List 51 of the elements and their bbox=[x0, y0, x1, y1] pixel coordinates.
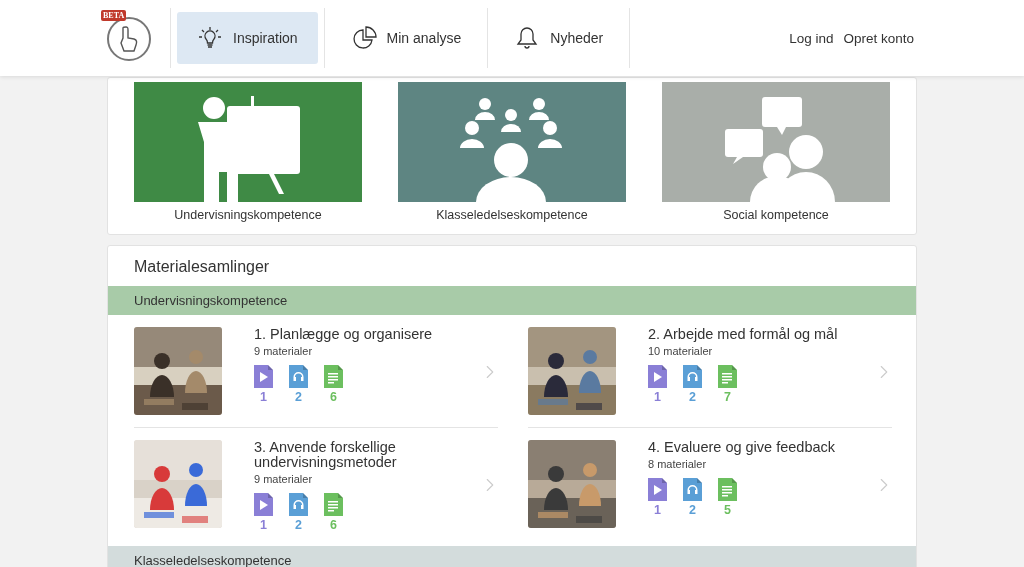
document-file-icon bbox=[718, 365, 737, 388]
material-count: 9 materialer bbox=[254, 345, 314, 357]
tile-label[interactable]: Social kompetence bbox=[723, 208, 829, 222]
tile-label[interactable]: Klasseledelseskompetence bbox=[436, 208, 588, 222]
nav-tab[interactable]: Min analyse bbox=[330, 12, 482, 64]
audio-file-icon bbox=[683, 478, 702, 501]
collection-item[interactable]: 1. Planlægge og organisere 9 materialer 1 2 6 bbox=[134, 315, 498, 428]
collection-item[interactable]: 4. Evaluere og give feedback 8 materialer 1 2 5 bbox=[528, 428, 892, 544]
media-count: 2 bbox=[295, 518, 302, 532]
media-count: 5 bbox=[724, 503, 731, 517]
material-count: 9 materialer bbox=[254, 473, 314, 485]
collection-item[interactable]: 3. Anvende forskellige undervisningsmetoder 9 materialer 1 2 6 bbox=[134, 428, 498, 544]
beta-badge: BETA bbox=[101, 10, 127, 21]
document-file-icon bbox=[324, 365, 343, 388]
tile-label[interactable]: Undervisningskompetence bbox=[174, 208, 322, 222]
media-count: 6 bbox=[330, 390, 337, 404]
document-file-icon bbox=[718, 478, 737, 501]
media-count: 2 bbox=[689, 390, 696, 404]
category-band: Undervisningskompetence bbox=[108, 286, 916, 315]
category-band: Klasseledelseskompetence bbox=[108, 546, 916, 567]
nav-tab[interactable]: Nyheder bbox=[494, 12, 624, 64]
header-link[interactable]: Opret konto bbox=[843, 30, 914, 46]
audio-file-icon bbox=[289, 365, 308, 388]
media-count: 2 bbox=[689, 503, 696, 517]
document-file-icon bbox=[324, 493, 343, 516]
media-count: 1 bbox=[654, 503, 661, 517]
media-count: 2 bbox=[295, 390, 302, 404]
collection-item[interactable]: 2. Arbejde med formål og mål 10 materialer 1 2 7 bbox=[528, 315, 892, 428]
lightbulb-icon bbox=[197, 25, 223, 51]
header-link[interactable]: Log ind bbox=[789, 30, 834, 46]
media-count: 1 bbox=[260, 518, 267, 532]
video-file-icon bbox=[648, 478, 667, 501]
media-count: 6 bbox=[330, 518, 337, 532]
collection-title: 4. Evaluere og give feedback bbox=[648, 440, 836, 455]
media-count: 1 bbox=[654, 390, 661, 404]
material-count: 10 materialer bbox=[648, 345, 714, 357]
collection-title: 3. Anvende forskellige undervisningsmetoder bbox=[254, 440, 398, 470]
media-count: 1 bbox=[260, 390, 267, 404]
collection-title: 2. Arbejde med formål og mål bbox=[648, 327, 839, 342]
section-title: Materialesamlinger bbox=[133, 257, 271, 277]
audio-file-icon bbox=[289, 493, 308, 516]
video-file-icon bbox=[648, 365, 667, 388]
audio-file-icon bbox=[683, 365, 702, 388]
hand-icon bbox=[118, 25, 140, 53]
pie-chart-icon bbox=[350, 25, 377, 51]
material-count: 8 materialer bbox=[648, 458, 708, 470]
collection-title: 1. Planlægge og organisere bbox=[254, 327, 434, 342]
media-count: 7 bbox=[724, 390, 731, 404]
video-file-icon bbox=[254, 365, 273, 388]
nav-tab[interactable]: Inspiration bbox=[177, 12, 318, 64]
video-file-icon bbox=[254, 493, 273, 516]
